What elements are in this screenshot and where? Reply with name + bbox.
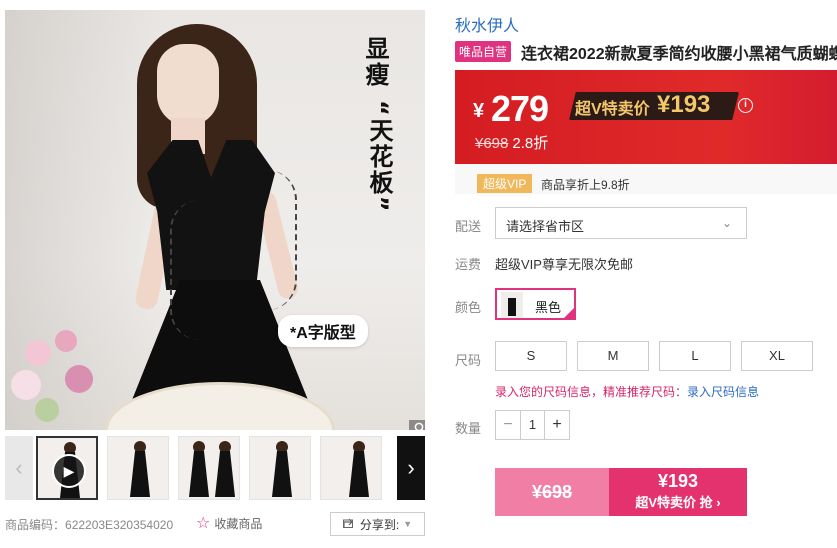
chevron-down-icon: ▼ bbox=[403, 519, 413, 529]
thumb-prev-button[interactable]: ‹ bbox=[5, 436, 33, 500]
shipping-label: 运费 bbox=[455, 257, 482, 272]
product-code-value: 622203E320354020 bbox=[65, 518, 174, 532]
currency-symbol: ¥ bbox=[473, 100, 485, 122]
thumbnail-image[interactable] bbox=[320, 436, 382, 500]
buy-svip-price: ¥193 bbox=[657, 471, 699, 491]
original-price-row: ¥698 2.8折 bbox=[475, 132, 548, 153]
quantity-input[interactable]: 1 bbox=[520, 411, 545, 439]
share-dropdown[interactable]: 分享到: ▼ bbox=[330, 512, 425, 536]
thumbnail-image[interactable] bbox=[178, 436, 240, 500]
product-code-label: 商品编码： bbox=[5, 518, 66, 532]
check-icon bbox=[562, 306, 576, 320]
size-tip-text: 录入您的尺码信息，精准推荐尺码： bbox=[495, 385, 688, 399]
size-label: 尺码 bbox=[455, 353, 482, 368]
size-option-s[interactable]: S bbox=[495, 341, 567, 371]
model-face bbox=[157, 44, 219, 126]
buy-bar: ¥698 ¥193 超V特卖价 抢 › bbox=[495, 468, 747, 516]
buy-original-price: ¥698 bbox=[531, 482, 573, 502]
quantity-minus-button[interactable]: − bbox=[496, 411, 520, 439]
size-tip: 录入您的尺码信息，精准推荐尺码：录入尺码信息 bbox=[495, 383, 759, 400]
size-option-l[interactable]: L bbox=[659, 341, 731, 371]
buy-original-button[interactable]: ¥698 bbox=[495, 468, 609, 516]
region-select[interactable]: 请选择省市区 ⌄ bbox=[495, 207, 747, 239]
buy-svip-button[interactable]: ¥193 超V特卖价 抢 › bbox=[609, 468, 747, 516]
vip-benefit-text: 商品享折上9.8折 bbox=[541, 178, 630, 192]
star-icon: ☆ bbox=[196, 515, 211, 532]
color-option-black[interactable]: 黑色 bbox=[495, 288, 576, 320]
zoom-icon[interactable] bbox=[409, 420, 425, 430]
color-swatch bbox=[501, 292, 523, 318]
thumbnail-strip: ▶ bbox=[36, 436, 396, 500]
main-product-image[interactable]: 显瘦 “天花板” *A字版型 bbox=[5, 10, 425, 430]
waist-curve-right bbox=[267, 170, 297, 310]
delivery-label: 配送 bbox=[455, 219, 482, 234]
color-option-label: 黑色 bbox=[535, 300, 562, 315]
a-line-tag: *A字版型 bbox=[278, 315, 368, 347]
buy-svip-label: 超V特卖价 抢 › bbox=[635, 495, 721, 510]
super-vip-badge[interactable]: 超级VIP bbox=[477, 174, 533, 193]
color-label: 颜色 bbox=[455, 300, 482, 315]
svip-price-label: 超V特卖价 bbox=[575, 101, 650, 118]
share-icon bbox=[342, 517, 356, 531]
thumb-next-button[interactable]: › bbox=[397, 436, 425, 500]
quantity-label: 数量 bbox=[455, 421, 482, 436]
thumb-dress bbox=[130, 451, 150, 497]
waist-curve-left bbox=[170, 200, 200, 340]
quantity-stepper: − 1 + bbox=[495, 410, 570, 440]
product-title: 连衣裙2022新款夏季简约收腰小黑裙气质蝴蝶结 bbox=[521, 46, 837, 63]
enter-size-link[interactable]: 录入尺码信息 bbox=[687, 385, 759, 399]
thumb-dress bbox=[349, 451, 369, 497]
quantity-plus-button[interactable]: + bbox=[545, 411, 569, 439]
brand-link[interactable]: 秋水伊人 bbox=[455, 12, 519, 36]
current-price: 279 bbox=[491, 88, 549, 129]
svip-price: ¥193 bbox=[657, 91, 711, 118]
favorite-button[interactable]: ☆ 收藏商品 bbox=[196, 513, 262, 533]
flowers bbox=[5, 310, 115, 430]
promo-text-ceiling: “天花板” bbox=[365, 100, 393, 214]
play-icon[interactable]: ▶ bbox=[52, 454, 86, 488]
shipping-text: 超级VIP尊享无限次免邮 bbox=[495, 257, 633, 272]
size-option-xl[interactable]: XL bbox=[741, 341, 813, 371]
region-select-value: 请选择省市区 bbox=[506, 219, 585, 234]
promo-text-slim: 显瘦 bbox=[361, 36, 389, 88]
chevron-down-icon: ⌄ bbox=[721, 216, 732, 230]
original-price: ¥698 bbox=[475, 135, 509, 152]
thumbnail-image[interactable] bbox=[107, 436, 169, 500]
thumb-dress bbox=[272, 451, 292, 497]
product-code: 商品编码：622203E320354020 bbox=[5, 516, 173, 533]
price-panel: ¥ 279 超V特卖价 ¥193 i ¥698 2.8折 bbox=[455, 70, 837, 164]
thumb-dress bbox=[189, 451, 209, 497]
thumbnail-video[interactable]: ▶ bbox=[36, 436, 98, 500]
discount-rate: 2.8折 bbox=[512, 135, 549, 152]
info-icon[interactable]: i bbox=[738, 98, 753, 113]
size-option-m[interactable]: M bbox=[577, 341, 649, 371]
favorite-label: 收藏商品 bbox=[214, 516, 263, 531]
self-operated-badge: 唯品自营 bbox=[455, 41, 512, 62]
thumbnail-image[interactable] bbox=[249, 436, 311, 500]
thumb-dress bbox=[215, 451, 235, 497]
share-label: 分享到: bbox=[359, 517, 400, 532]
vip-benefit-row: 超级VIP 商品享折上9.8折 bbox=[455, 164, 837, 194]
